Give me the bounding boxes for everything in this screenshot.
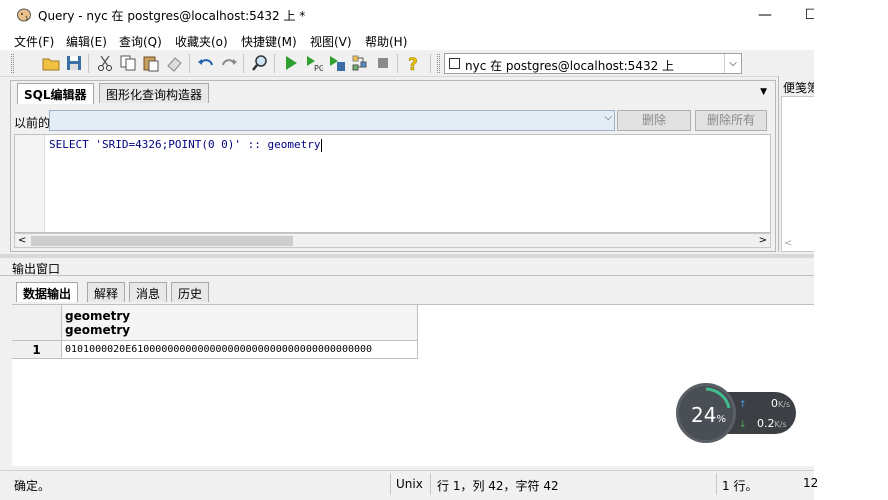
status-separator xyxy=(716,473,717,495)
toolbar-separator xyxy=(88,54,89,73)
explain-icon[interactable] xyxy=(351,54,369,72)
delete-all-button[interactable]: 删除所有 xyxy=(695,110,767,131)
table-cell[interactable]: 0101000020E61000000000000000000000000000… xyxy=(62,341,418,359)
execute-icon[interactable] xyxy=(282,54,300,72)
text-caret xyxy=(320,138,322,152)
menu-favorites[interactable]: 收藏夹(o) xyxy=(175,33,228,50)
execute-to-file-icon[interactable] xyxy=(328,54,346,72)
row-number[interactable]: 1 xyxy=(12,341,62,359)
editor-hscrollbar[interactable]: < > xyxy=(14,233,771,248)
menu-file[interactable]: 文件(F) xyxy=(14,33,54,50)
svg-text:?: ? xyxy=(408,55,418,72)
line-gutter xyxy=(15,135,45,232)
usage-gauge: 24% xyxy=(676,383,736,443)
stop-icon[interactable] xyxy=(374,54,392,72)
download-speed: ↓ 0.2K/s xyxy=(739,417,787,430)
elephant-icon xyxy=(17,8,31,22)
upload-speed: ↑ 0K/s xyxy=(739,397,791,410)
minimize-button[interactable]: — xyxy=(742,0,788,30)
open-folder-icon[interactable] xyxy=(42,54,60,72)
tab-history[interactable]: 历史 xyxy=(171,282,210,302)
query-window: Query - nyc 在 postgres@localhost:5432 上 … xyxy=(0,0,819,500)
sql-code[interactable]: SELECT 'SRID=4326;POINT(0 0)' :: geometr… xyxy=(49,138,322,152)
execute-pgscript-icon[interactable]: PG xyxy=(305,54,323,72)
eraser-icon[interactable] xyxy=(165,54,183,72)
copy-icon[interactable] xyxy=(119,54,137,72)
desktop-background xyxy=(814,0,888,500)
output-title-bar: 输出窗口 xyxy=(0,258,814,276)
tab-explain[interactable]: 解释 xyxy=(87,282,126,302)
sql-pane: SQL编辑器 图形化查询构造器 ▼ 以前的查询 ⌵ 删除 删除所有 SELECT… xyxy=(10,80,776,252)
menu-edit[interactable]: 编辑(E) xyxy=(66,33,107,50)
status-cursor-position: 行 1，列 42，字符 42 xyxy=(437,479,559,493)
menu-query[interactable]: 查询(Q) xyxy=(119,33,162,50)
tab-messages[interactable]: 消息 xyxy=(129,282,168,302)
arrow-down-icon: ↓ xyxy=(739,420,747,430)
toolbar-grip[interactable] xyxy=(11,54,14,73)
status-encoding: Unix xyxy=(396,477,423,491)
toolbar-separator xyxy=(274,54,275,73)
network-speed-widget[interactable]: 24% ↑ 0K/s ↓ 0.2K/s xyxy=(676,383,796,443)
connection-label: nyc 在 postgres@localhost:5432 上 xyxy=(465,59,675,73)
usage-percent: 24% xyxy=(691,403,726,427)
column-type: geometry xyxy=(65,323,131,337)
pane-menu-icon[interactable]: ▼ xyxy=(760,87,767,97)
menu-view[interactable]: 视图(V) xyxy=(310,33,352,50)
connection-select[interactable]: nyc 在 postgres@localhost:5432 上 ⌵ xyxy=(444,53,742,74)
help-icon[interactable]: ? xyxy=(404,54,422,72)
menu-bar: 文件(F) 编辑(E) 查询(Q) 收藏夹(o) 快捷键(M) 视图(V) 帮助… xyxy=(0,30,814,50)
status-row-count: 1 行。 xyxy=(722,479,758,493)
toolbar-separator xyxy=(430,54,431,73)
column-header[interactable]: geometry geometry xyxy=(62,305,418,341)
svg-text:PG: PG xyxy=(314,64,323,72)
toolbar-grip[interactable] xyxy=(437,54,440,73)
toolbar: PG ? nyc 在 postgres@localhost:5432 上 ⌵ xyxy=(0,50,814,77)
scratch-pad-text[interactable]: < xyxy=(781,96,815,252)
scroll-left-icon[interactable]: < xyxy=(18,234,26,248)
grid-corner[interactable] xyxy=(12,305,62,341)
scroll-left-icon[interactable]: < xyxy=(784,238,792,249)
status-separator xyxy=(390,473,391,495)
connection-checkbox[interactable] xyxy=(449,58,460,69)
find-icon[interactable] xyxy=(251,54,269,72)
column-name: geometry xyxy=(65,309,131,323)
toolbar-separator xyxy=(397,54,398,73)
output-title: 输出窗口 xyxy=(12,262,61,276)
status-message: 确定。 xyxy=(14,479,51,493)
arrow-up-icon: ↑ xyxy=(739,400,747,410)
tab-graphical-query-builder[interactable]: 图形化查询构造器 xyxy=(99,83,210,103)
scroll-thumb[interactable] xyxy=(31,236,293,246)
paste-icon[interactable] xyxy=(142,54,160,72)
toolbar-separator xyxy=(189,54,190,73)
redo-icon[interactable] xyxy=(220,54,238,72)
status-separator xyxy=(430,473,431,495)
sql-editor[interactable]: SELECT 'SRID=4326;POINT(0 0)' :: geometr… xyxy=(14,134,771,233)
menu-help[interactable]: 帮助(H) xyxy=(365,33,407,50)
cut-icon[interactable] xyxy=(96,54,114,72)
history-select[interactable]: ⌵ xyxy=(49,110,615,131)
tab-sql-editor[interactable]: SQL编辑器 xyxy=(17,83,94,104)
window-title: Query - nyc 在 postgres@localhost:5432 上 … xyxy=(38,9,306,23)
title-bar: Query - nyc 在 postgres@localhost:5432 上 … xyxy=(0,0,817,30)
status-bar: 确定。 Unix 行 1，列 42，字符 42 1 行。 xyxy=(0,470,814,500)
chevron-down-icon[interactable]: ⌵ xyxy=(724,54,741,73)
undo-icon[interactable] xyxy=(197,54,215,72)
scroll-right-icon[interactable]: > xyxy=(759,234,767,248)
scratch-pad: 便笺簿 < xyxy=(778,76,819,252)
toolbar-separator xyxy=(243,54,244,73)
tab-data-output[interactable]: 数据输出 xyxy=(16,282,79,302)
save-icon[interactable] xyxy=(65,54,83,72)
chevron-down-icon[interactable]: ⌵ xyxy=(604,112,612,123)
status-elapsed-time: 12 xyxy=(803,476,819,490)
menu-macros[interactable]: 快捷键(M) xyxy=(241,33,297,50)
delete-button[interactable]: 删除 xyxy=(617,110,691,131)
